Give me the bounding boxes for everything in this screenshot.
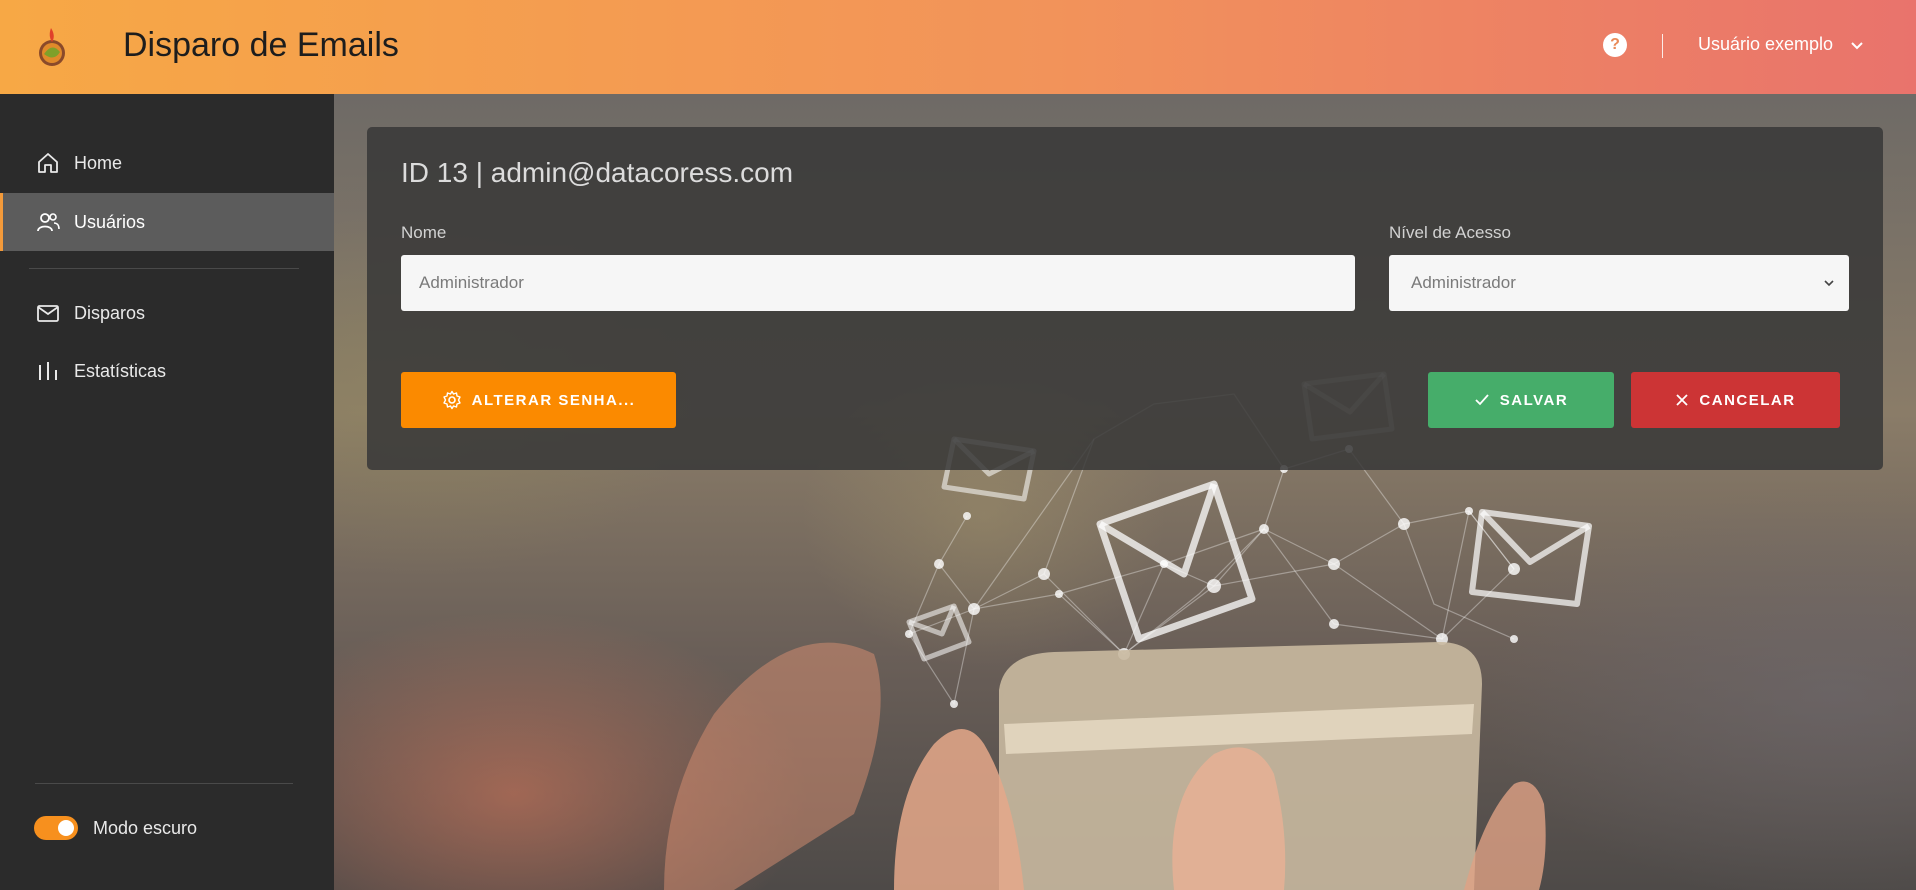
dark-mode-label: Modo escuro — [93, 817, 198, 838]
sidebar-item-estatisticas[interactable]: Estatísticas — [0, 342, 334, 400]
sidebar-item-label: Usuários — [74, 211, 146, 232]
sidebar-item-label: Home — [74, 152, 123, 173]
sidebar-item-label: Estatísticas — [74, 360, 167, 381]
help-icon[interactable]: ? — [1603, 33, 1627, 57]
change-password-label: ALTERAR SENHA... — [471, 391, 636, 409]
dark-mode-toggle[interactable] — [34, 816, 78, 840]
save-button[interactable]: SALVAR — [1428, 372, 1614, 428]
top-header: Disparo de Emails ? Usuário exemplo — [0, 0, 1916, 94]
close-icon — [1676, 394, 1689, 406]
mail-icon — [37, 305, 59, 322]
gear-icon — [442, 390, 461, 410]
name-input[interactable]: Administrador — [401, 255, 1355, 311]
sidebar: Home Usuários Disparos Estatísticas Modo… — [0, 94, 334, 890]
save-label: SALVAR — [1499, 391, 1569, 409]
dark-mode-row: Modo escuro — [34, 816, 197, 840]
card-title: ID 13 | admin@datacoress.com — [401, 157, 794, 188]
user-edit-card: ID 13 | admin@datacoress.com Nome Admini… — [367, 127, 1883, 470]
access-level-label: Nível de Acesso — [1389, 223, 1511, 242]
sidebar-item-users[interactable]: Usuários — [0, 193, 334, 251]
app-title: Disparo de Emails — [123, 26, 399, 64]
cancel-label: CANCELAR — [1699, 391, 1796, 409]
users-icon — [37, 213, 60, 232]
access-level-select[interactable]: Administrador — [1389, 255, 1849, 311]
name-input-value: Administrador — [419, 273, 524, 292]
user-name: Usuário exemplo — [1698, 34, 1834, 54]
header-divider — [1662, 34, 1663, 58]
name-label: Nome — [401, 223, 447, 242]
app-logo-icon — [39, 28, 65, 66]
user-menu[interactable]: Usuário exemplo — [1698, 34, 1865, 55]
cancel-button[interactable]: CANCELAR — [1631, 372, 1840, 428]
check-icon — [1475, 394, 1489, 406]
chevron-down-icon — [1851, 41, 1863, 49]
home-icon — [38, 153, 58, 173]
change-password-button[interactable]: ALTERAR SENHA... — [401, 372, 676, 428]
access-level-value: Administrador — [1411, 273, 1516, 292]
chevron-down-icon — [1824, 280, 1834, 287]
bar-chart-icon — [39, 362, 57, 380]
sidebar-item-disparos[interactable]: Disparos — [0, 284, 334, 342]
sidebar-divider — [35, 783, 293, 784]
sidebar-divider — [29, 268, 299, 269]
sidebar-item-label: Disparos — [74, 302, 146, 323]
sidebar-item-home[interactable]: Home — [0, 134, 334, 192]
